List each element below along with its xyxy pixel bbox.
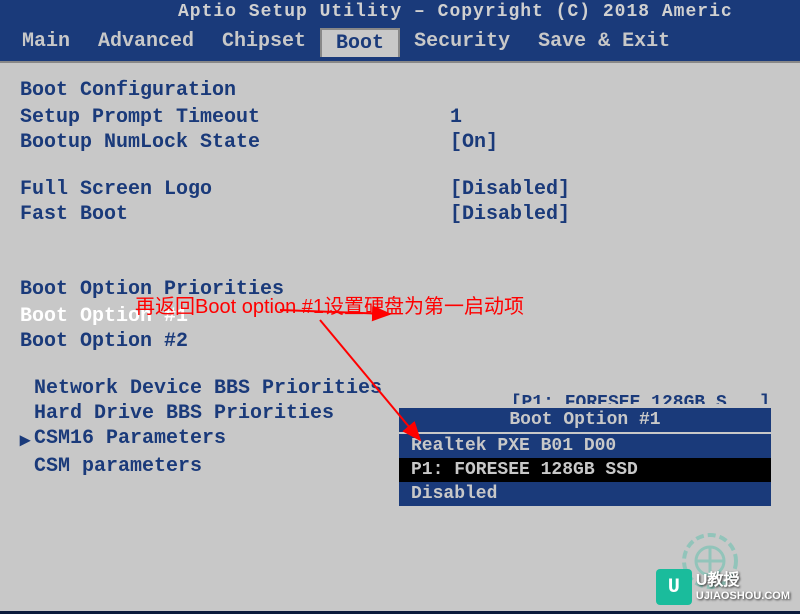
submenu-arrow-icon (20, 455, 34, 478)
setting-label: Fast Boot (20, 203, 450, 226)
setting-fullscreen-logo[interactable]: Full Screen Logo [Disabled] (20, 178, 780, 201)
setting-label: Bootup NumLock State (20, 131, 450, 154)
setting-numlock[interactable]: Bootup NumLock State [On] (20, 131, 780, 154)
menu-boot[interactable]: Boot (320, 28, 400, 57)
section-boot-config: Boot Configuration (20, 79, 780, 102)
submenu-label: CSM parameters (34, 455, 202, 478)
menu-bar: Main Advanced Chipset Boot Security Save… (0, 24, 800, 63)
popup-item-disabled[interactable]: Disabled (399, 482, 771, 506)
watermark-text: U教授 UJIAOSHOU.COM (696, 571, 790, 603)
bios-screen: Aptio Setup Utility – Copyright (C) 2018… (0, 0, 800, 611)
setting-label: Setup Prompt Timeout (20, 106, 450, 129)
setting-prompt-timeout[interactable]: Setup Prompt Timeout 1 (20, 106, 780, 129)
boot-option-2[interactable]: Boot Option #2 (20, 330, 780, 353)
title-text: Aptio Setup Utility – Copyright (C) 2018… (178, 2, 733, 22)
title-bar: Aptio Setup Utility – Copyright (C) 2018… (0, 0, 800, 24)
setting-fast-boot[interactable]: Fast Boot [Disabled] (20, 203, 780, 226)
watermark-brand-cn: U教授 (696, 571, 790, 590)
watermark-logo-icon: U (656, 569, 692, 605)
watermark-brand-en: UJIAOSHOU.COM (696, 590, 790, 603)
annotation-text: 再返回Boot option #1设置硬盘为第一启动项 (135, 290, 524, 319)
submenu-label: Hard Drive BBS Priorities (34, 402, 334, 425)
menu-security[interactable]: Security (400, 28, 524, 57)
popup-title: Boot Option #1 (399, 408, 771, 434)
popup-item-foresee[interactable]: P1: FORESEE 128GB SSD (399, 458, 771, 482)
menu-main[interactable]: Main (8, 28, 84, 57)
submenu-label: CSM16 Parameters (34, 427, 226, 453)
menu-advanced[interactable]: Advanced (84, 28, 208, 57)
setting-value: [On] (450, 131, 498, 154)
submenu-arrow-icon (20, 402, 34, 425)
submenu-label: Network Device BBS Priorities (34, 377, 382, 400)
setting-value: [Disabled] (450, 178, 570, 201)
watermark: U U教授 UJIAOSHOU.COM (656, 569, 790, 605)
boot-option-popup: Boot Option #1 Realtek PXE B01 D00 P1: F… (395, 404, 775, 510)
menu-save-exit[interactable]: Save & Exit (524, 28, 684, 57)
setting-label: Boot Option #2 (20, 330, 450, 353)
setting-value: 1 (450, 106, 462, 129)
submenu-arrow-icon: ▸ (20, 427, 34, 453)
setting-label: Full Screen Logo (20, 178, 450, 201)
setting-value: [Disabled] (450, 203, 570, 226)
popup-item-realtek[interactable]: Realtek PXE B01 D00 (399, 434, 771, 458)
submenu-arrow-icon (20, 377, 34, 400)
menu-chipset[interactable]: Chipset (208, 28, 320, 57)
